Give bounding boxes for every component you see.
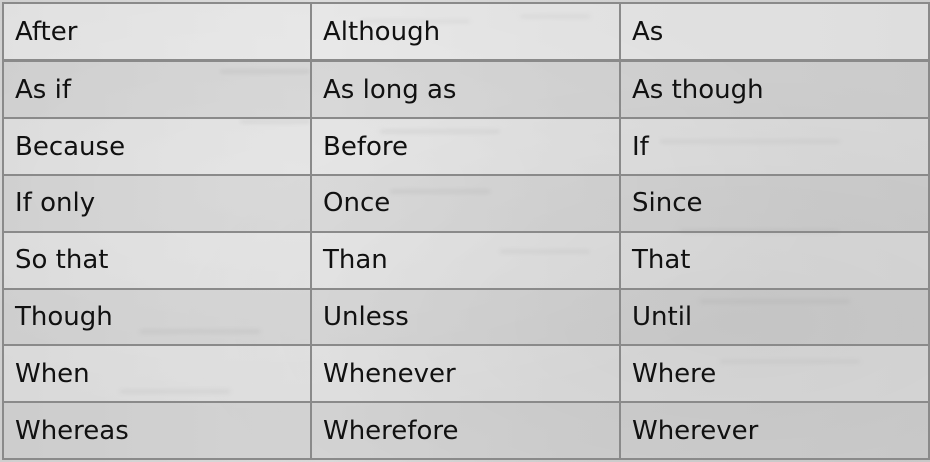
table-row: After Although As xyxy=(2,2,930,63)
table-row: As if As long as As though xyxy=(2,59,930,120)
table-cell: Unless xyxy=(310,287,621,347)
table-cell: As though xyxy=(619,59,930,120)
table-cell: If xyxy=(619,117,930,177)
table-cell: If only xyxy=(2,174,312,233)
table-row: So that Than That xyxy=(2,230,930,290)
table-row: If only Once Since xyxy=(2,174,930,233)
table-row: Though Unless Until xyxy=(2,287,930,347)
table-row: Because Before If xyxy=(2,117,930,177)
conjunction-table: After Although As As if As long as As th… xyxy=(2,2,930,460)
table-cell: Where xyxy=(619,344,930,404)
table-cell: Once xyxy=(310,174,621,233)
table-row: Whereas Wherefore Wherever xyxy=(2,401,930,460)
table-cell: As if xyxy=(2,59,312,120)
table-cell: That xyxy=(619,230,930,290)
table-cell: Wherever xyxy=(619,401,930,460)
table-cell: Although xyxy=(310,2,621,63)
page: After Although As As if As long as As th… xyxy=(0,0,930,462)
table-cell: Before xyxy=(310,117,621,177)
table-cell: Because xyxy=(2,117,312,177)
table-row: When Whenever Where xyxy=(2,344,930,404)
table-cell: Whereas xyxy=(2,401,312,460)
table-cell: So that xyxy=(2,230,312,290)
table-cell: When xyxy=(2,344,312,404)
table-cell: Wherefore xyxy=(310,401,621,460)
table-cell: Since xyxy=(619,174,930,233)
table-cell: After xyxy=(2,2,312,63)
table-cell: Than xyxy=(310,230,621,290)
table-cell: Whenever xyxy=(310,344,621,404)
table-cell: Though xyxy=(2,287,312,347)
table-cell: As long as xyxy=(310,59,621,120)
table-cell: Until xyxy=(619,287,930,347)
table-cell: As xyxy=(619,2,930,63)
